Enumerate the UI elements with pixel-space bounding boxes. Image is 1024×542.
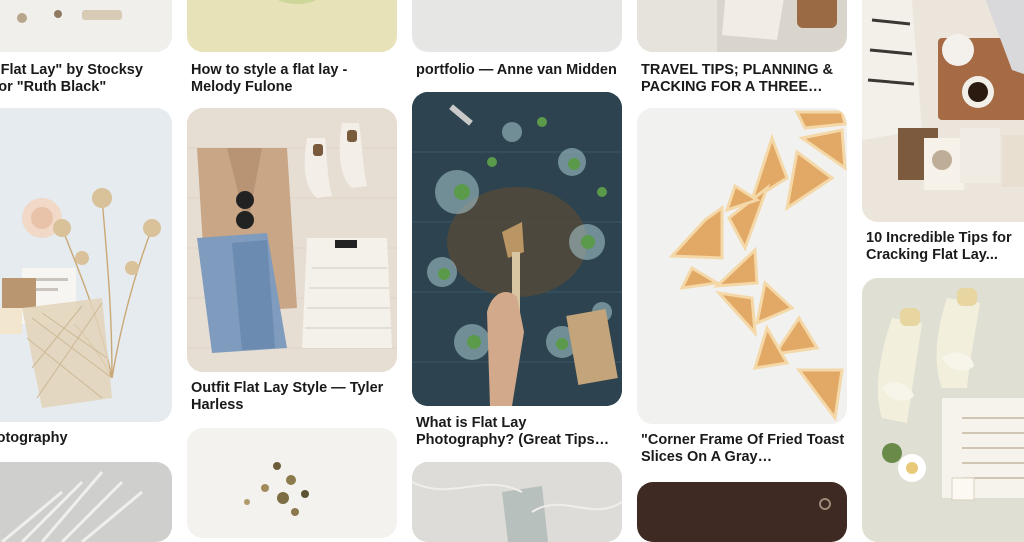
pin-title[interactable]: TRAVEL TIPS; PLANNING & PACKING FOR A TH…: [641, 62, 845, 96]
pin-title[interactable]: portfolio — Anne van Midden: [416, 62, 620, 79]
pin-title[interactable]: "Corner Frame Of Fried Toast Slices On A…: [641, 432, 845, 466]
pin-image[interactable]: [0, 108, 172, 422]
pin-title[interactable]: What is Flat Lay Photography? (Great Tip…: [416, 415, 620, 449]
pin-image[interactable]: [637, 0, 847, 52]
pin-title[interactable]: y Photography: [0, 430, 170, 447]
pin-image[interactable]: [637, 482, 847, 542]
pin-image[interactable]: [0, 462, 172, 542]
pin-image[interactable]: [187, 0, 397, 52]
pin-image[interactable]: [412, 0, 622, 52]
pin-title[interactable]: How to style a flat lay - Melody Fulone: [191, 62, 395, 96]
pin-title[interactable]: Outfit Flat Lay Style — Tyler Harless: [191, 380, 395, 414]
pin-image[interactable]: [0, 0, 172, 52]
pin-title[interactable]: 10 Incredible Tips for Cracking Flat Lay…: [866, 230, 1024, 264]
pin-image[interactable]: [862, 0, 1024, 222]
pin-image[interactable]: [412, 462, 622, 542]
pin-title[interactable]: umn Flat Lay" by Stocksy ributor "Ruth B…: [0, 62, 170, 96]
pin-image[interactable]: [187, 428, 397, 538]
pin-image[interactable]: [412, 92, 622, 406]
pin-image[interactable]: [637, 108, 847, 424]
pin-image[interactable]: [187, 108, 397, 372]
pin-image[interactable]: [862, 278, 1024, 542]
